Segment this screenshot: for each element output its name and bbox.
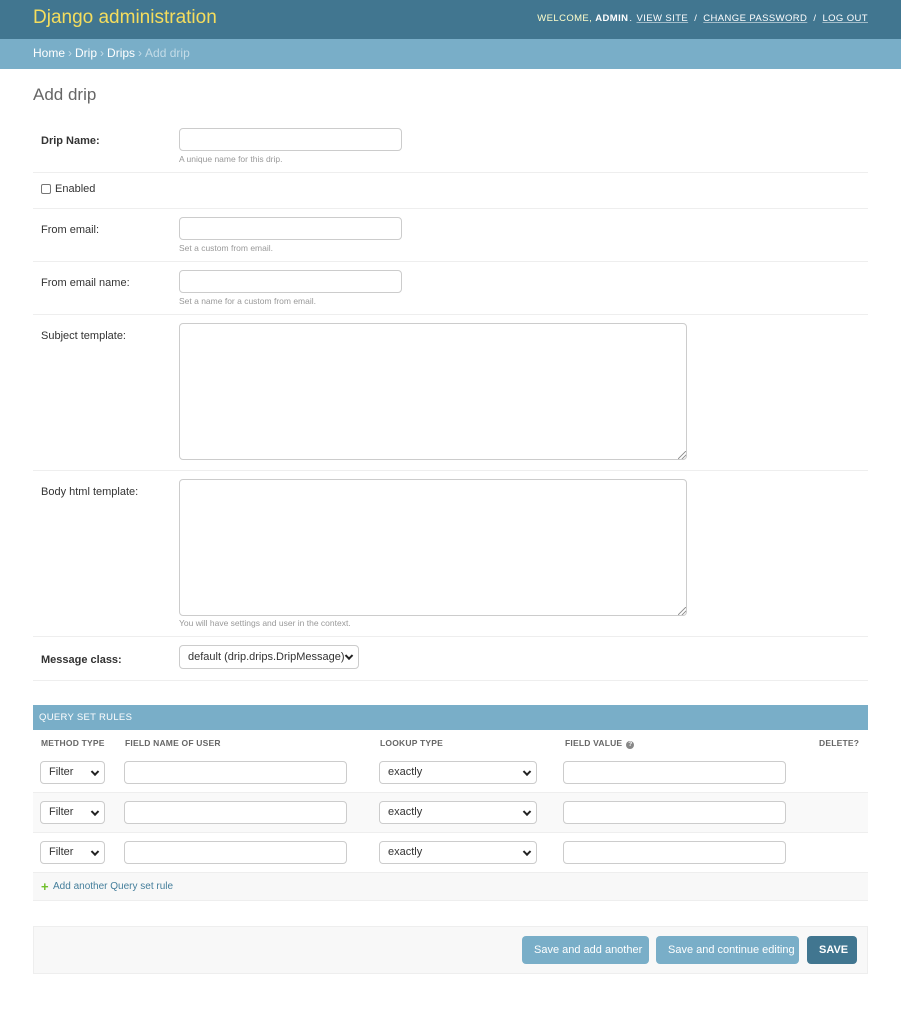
save-button[interactable]: SAVE — [807, 936, 857, 964]
lookup-type-select[interactable]: exactly — [379, 761, 537, 784]
method-type-selected: Filter — [49, 806, 74, 818]
site-branding[interactable]: Django administration — [33, 7, 217, 29]
breadcrumb-arrow: › — [138, 46, 143, 60]
log-out-link[interactable]: LOG OUT — [822, 13, 868, 24]
form-row-subject-template: Subject template: — [33, 315, 868, 471]
chevron-down-icon — [522, 847, 532, 856]
message-class-selected: default (drip.drips.DripMessage) — [188, 651, 345, 663]
add-another-rule-link[interactable]: Add another Query set rule — [53, 881, 173, 892]
subject-template-label: Subject template: — [41, 330, 126, 342]
from-email-input[interactable] — [179, 217, 402, 240]
field-value-input[interactable] — [563, 761, 786, 784]
method-type-select[interactable]: Filter — [40, 761, 105, 784]
table-row: Filter exactly — [33, 833, 868, 873]
resize-handle-icon[interactable] — [678, 607, 686, 615]
body-html-template-label: Body html template: — [41, 486, 139, 498]
breadcrumb-home[interactable]: Home — [33, 46, 65, 60]
body-html-template-textarea[interactable] — [179, 479, 687, 616]
method-type-selected: Filter — [49, 846, 74, 858]
lookup-type-selected: exactly — [388, 766, 423, 778]
drip-name-help: A unique name for this drip. — [179, 154, 283, 164]
lookup-type-select[interactable]: exactly — [379, 801, 537, 824]
view-site-link[interactable]: VIEW SITE — [637, 13, 689, 24]
field-name-input[interactable] — [124, 801, 347, 824]
method-type-select[interactable]: Filter — [40, 801, 105, 824]
inline-title: QUERY SET RULES — [33, 705, 868, 730]
chevron-down-icon — [522, 807, 532, 816]
submit-row: Save and add another Save and continue e… — [33, 926, 868, 974]
add-row: + Add another Query set rule — [33, 873, 868, 901]
lookup-type-selected: exactly — [388, 806, 423, 818]
drip-name-label: Drip Name: — [41, 135, 100, 147]
site-header: Django administration WELCOME, ADMIN. VI… — [0, 0, 901, 39]
drip-name-input[interactable] — [179, 128, 402, 151]
separator: / — [694, 13, 698, 24]
separator: / — [813, 13, 817, 24]
message-class-select[interactable]: default (drip.drips.DripMessage) — [179, 645, 359, 669]
form-row-body-html-template: Body html template: You will have settin… — [33, 471, 868, 637]
username: ADMIN — [595, 13, 629, 24]
breadcrumb-app[interactable]: Drip — [75, 46, 97, 60]
lookup-type-selected: exactly — [388, 846, 423, 858]
chevron-down-icon — [90, 807, 100, 816]
save-and-add-another-button[interactable]: Save and add another — [522, 936, 649, 964]
from-email-name-help: Set a name for a custom from email. — [179, 296, 316, 306]
help-icon[interactable]: ? — [626, 741, 635, 749]
chevron-down-icon — [90, 847, 100, 856]
resize-handle-icon[interactable] — [678, 451, 686, 459]
form-row-from-email-name: From email name: Set a name for a custom… — [33, 262, 868, 315]
field-name-input[interactable] — [124, 841, 347, 864]
breadcrumb-arrow: › — [100, 46, 105, 60]
change-password-link[interactable]: CHANGE PASSWORD — [703, 13, 807, 24]
form-row-from-email: From email: Set a custom from email. — [33, 209, 868, 262]
message-class-label: Message class: — [41, 654, 122, 666]
breadcrumb: Home › Drip › Drips › Add drip — [0, 39, 901, 69]
breadcrumb-model[interactable]: Drips — [107, 46, 135, 60]
from-email-name-label: From email name: — [41, 277, 130, 289]
enabled-checkbox[interactable] — [41, 184, 51, 194]
from-email-name-input[interactable] — [179, 270, 402, 293]
column-header-field-value: FIELD VALUE? — [565, 738, 635, 749]
lookup-type-select[interactable]: exactly — [379, 841, 537, 864]
field-name-input[interactable] — [124, 761, 347, 784]
subject-template-textarea[interactable] — [179, 323, 687, 460]
chevron-down-icon — [522, 767, 532, 776]
page-title: Add drip — [33, 85, 97, 104]
form-row-enabled: Enabled — [33, 173, 868, 209]
form-row-drip-name: Drip Name: A unique name for this drip. — [33, 120, 868, 173]
table-row: Filter exactly — [33, 793, 868, 833]
body-html-template-help: You will have settings and user in the c… — [179, 618, 351, 628]
enabled-label[interactable]: Enabled — [55, 183, 95, 195]
column-header-field-name: FIELD NAME OF USER — [125, 738, 221, 748]
method-type-select[interactable]: Filter — [40, 841, 105, 864]
method-type-selected: Filter — [49, 766, 74, 778]
add-icon[interactable]: + — [41, 879, 49, 894]
chevron-down-icon — [90, 767, 100, 776]
column-header-field-value-label: FIELD VALUE — [565, 738, 623, 748]
breadcrumb-arrow: › — [68, 46, 73, 60]
column-header-delete: DELETE? — [819, 738, 860, 748]
breadcrumb-current: Add drip — [145, 46, 190, 60]
form-row-message-class: Message class: default (drip.drips.DripM… — [33, 637, 868, 681]
field-value-input[interactable] — [563, 841, 786, 864]
welcome-text: WELCOME, — [537, 13, 593, 24]
from-email-help: Set a custom from email. — [179, 243, 274, 253]
user-tools: WELCOME, ADMIN. VIEW SITE / CHANGE PASSW… — [537, 13, 868, 24]
column-header-lookup-type: LOOKUP TYPE — [380, 738, 443, 748]
field-value-input[interactable] — [563, 801, 786, 824]
chevron-down-icon — [344, 651, 354, 661]
table-row: Filter exactly — [33, 753, 868, 793]
save-and-continue-button[interactable]: Save and continue editing — [656, 936, 799, 964]
from-email-label: From email: — [41, 224, 100, 236]
column-header-method-type: METHOD TYPE — [41, 738, 105, 748]
